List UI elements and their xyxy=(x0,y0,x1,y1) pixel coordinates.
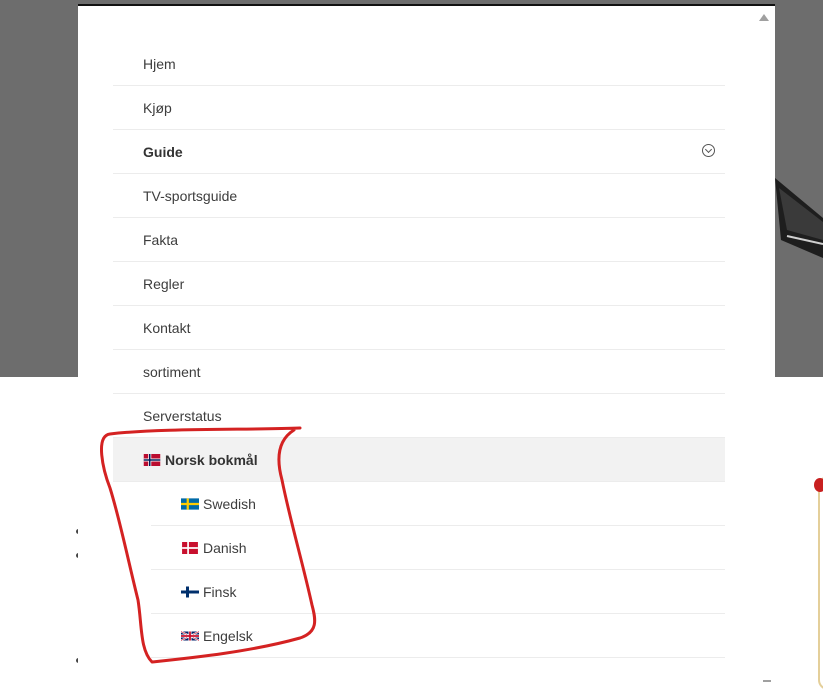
flag-sweden-icon xyxy=(181,497,199,510)
main-menu: Hjem Kjøp Guide TV-sportsguide Fakta Reg… xyxy=(113,42,725,658)
menu-item-hjem[interactable]: Hjem xyxy=(113,42,725,86)
language-option-label: Swedish xyxy=(203,495,256,512)
background-badge xyxy=(814,478,823,492)
language-switcher-current[interactable]: Norsk bokmål xyxy=(113,438,725,482)
menu-item-label: Kontakt xyxy=(143,319,191,336)
menu-item-kontakt[interactable]: Kontakt xyxy=(113,306,725,350)
menu-item-label: Regler xyxy=(143,275,185,292)
flag-uk-icon xyxy=(181,630,199,641)
menu-item-label: sortiment xyxy=(143,363,201,380)
language-option-engelsk[interactable]: Engelsk xyxy=(151,614,725,658)
background-card xyxy=(818,476,823,690)
menu-item-label: Hjem xyxy=(143,55,176,72)
language-option-label: Finsk xyxy=(203,583,237,600)
menu-item-fakta[interactable]: Fakta xyxy=(113,218,725,262)
product-image-fragment xyxy=(775,178,823,258)
language-option-swedish[interactable]: Swedish xyxy=(151,482,725,526)
language-option-label: Danish xyxy=(203,539,247,556)
language-label: Norsk bokmål xyxy=(165,451,258,468)
menu-item-kjop[interactable]: Kjøp xyxy=(113,86,725,130)
chevron-down-circle-icon[interactable] xyxy=(702,144,715,157)
language-option-label: Engelsk xyxy=(203,627,253,644)
menu-item-label: Serverstatus xyxy=(143,407,222,424)
flag-finland-icon xyxy=(181,586,199,597)
menu-item-sortiment[interactable]: sortiment xyxy=(113,350,725,394)
mobile-menu-panel: Hjem Kjøp Guide TV-sportsguide Fakta Reg… xyxy=(78,4,775,682)
scroll-down-arrow-icon[interactable] xyxy=(763,680,771,682)
menu-item-label: TV-sportsguide xyxy=(143,187,238,204)
language-option-danish[interactable]: Danish xyxy=(151,526,725,570)
flag-norway-icon xyxy=(143,453,161,466)
menu-item-serverstatus[interactable]: Serverstatus xyxy=(113,394,725,438)
flag-denmark-icon xyxy=(182,541,198,554)
menu-item-label: Guide xyxy=(143,143,183,160)
menu-item-tv-sportsguide[interactable]: TV-sportsguide xyxy=(113,174,725,218)
menu-item-regler[interactable]: Regler xyxy=(113,262,725,306)
language-option-finsk[interactable]: Finsk xyxy=(151,570,725,614)
menu-item-label: Kjøp xyxy=(143,99,172,116)
menu-item-guide[interactable]: Guide xyxy=(113,130,725,174)
menu-item-label: Fakta xyxy=(143,231,179,248)
scroll-up-arrow-icon[interactable] xyxy=(759,14,769,21)
